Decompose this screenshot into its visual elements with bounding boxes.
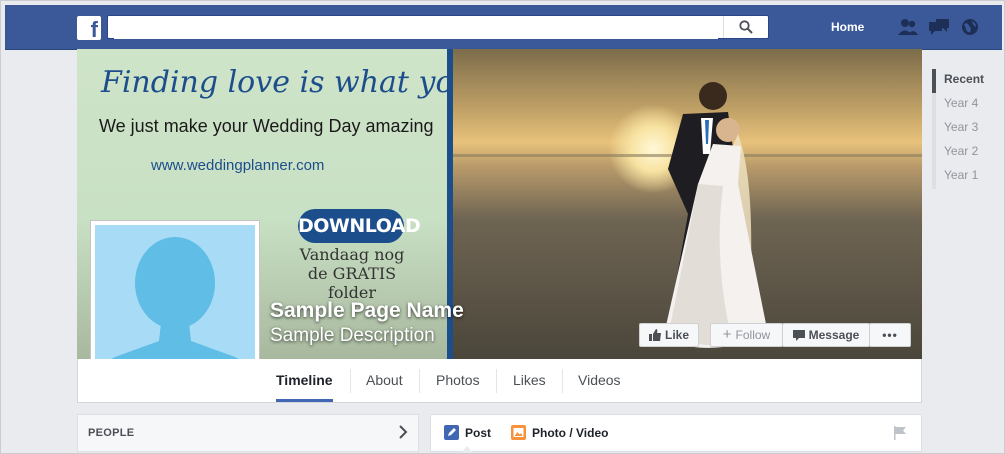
wedding-couple-illustration: [663, 82, 768, 348]
message-label: Message: [808, 328, 860, 342]
tab-videos[interactable]: Videos: [578, 359, 621, 402]
promo-line-1: Vandaag nog: [299, 245, 405, 264]
page-name[interactable]: Sample Page Name: [270, 299, 464, 323]
follow-label: Follow: [735, 328, 771, 342]
profile-tab-bar: Timeline About Photos Likes Videos: [77, 359, 922, 403]
download-badge: DOWNLOAD: [298, 209, 421, 243]
flag-icon[interactable]: [893, 426, 907, 440]
tab-timeline[interactable]: Timeline: [276, 359, 333, 402]
tab-photos[interactable]: Photos: [436, 359, 480, 402]
search-button[interactable]: [723, 16, 768, 38]
page-description: Sample Description: [270, 325, 435, 346]
promo-text: Vandaag nog de GRATIS folder: [287, 245, 417, 302]
timeline-year-nav: Recent Year 4 Year 3 Year 2 Year 1: [932, 69, 992, 189]
tab-divider: [562, 369, 563, 393]
active-tab-caret: [461, 446, 473, 453]
search-box: [107, 15, 769, 39]
pencil-icon: [444, 425, 459, 440]
follow-button[interactable]: + Follow: [710, 323, 783, 347]
plus-icon: +: [722, 326, 732, 343]
search-input[interactable]: [114, 17, 718, 39]
thumbs-up-icon: [648, 329, 661, 341]
photo-icon: [511, 425, 526, 440]
facebook-logo[interactable]: f: [77, 16, 101, 40]
top-navigation-bar: f Home: [5, 5, 1002, 50]
photo-video-tab[interactable]: Photo / Video: [511, 425, 608, 440]
promo-line-2: de GRATIS folder: [307, 264, 397, 302]
tab-likes[interactable]: Likes: [513, 359, 546, 402]
message-icon: [792, 330, 805, 341]
post-composer: Post Photo / Video: [430, 414, 922, 453]
people-panel[interactable]: PEOPLE: [77, 414, 419, 452]
year-item-recent[interactable]: Recent: [932, 69, 992, 93]
cover-url: www.weddingplanner.com: [151, 157, 325, 174]
year-item-1[interactable]: Year 1: [932, 165, 992, 189]
cover-subline: We just make your Wedding Day amazing: [99, 116, 434, 136]
messages-icon[interactable]: [928, 18, 950, 36]
message-button[interactable]: Message: [782, 323, 870, 347]
year-item-4[interactable]: Year 4: [932, 93, 992, 117]
tab-divider: [350, 369, 351, 393]
page-frame: f Home Finding love is what you do We ju…: [0, 0, 1005, 454]
home-link[interactable]: Home: [831, 20, 864, 34]
tab-about[interactable]: About: [366, 359, 403, 402]
year-item-2[interactable]: Year 2: [932, 141, 992, 165]
year-item-3[interactable]: Year 3: [932, 117, 992, 141]
more-options-button[interactable]: •••: [869, 323, 911, 347]
tab-divider: [496, 369, 497, 393]
wedding-photo: [453, 49, 922, 359]
tab-divider: [419, 369, 420, 393]
post-label: Post: [465, 425, 492, 440]
like-label: Like: [664, 328, 689, 342]
post-tab[interactable]: Post: [444, 425, 491, 440]
chevron-right-icon[interactable]: [398, 424, 408, 440]
search-icon: [739, 20, 753, 34]
notifications-globe-icon[interactable]: [959, 18, 981, 36]
friends-icon[interactable]: [897, 18, 919, 36]
like-button[interactable]: Like: [639, 323, 699, 347]
people-title: PEOPLE: [88, 427, 135, 439]
photo-video-label: Photo / Video: [532, 425, 609, 440]
